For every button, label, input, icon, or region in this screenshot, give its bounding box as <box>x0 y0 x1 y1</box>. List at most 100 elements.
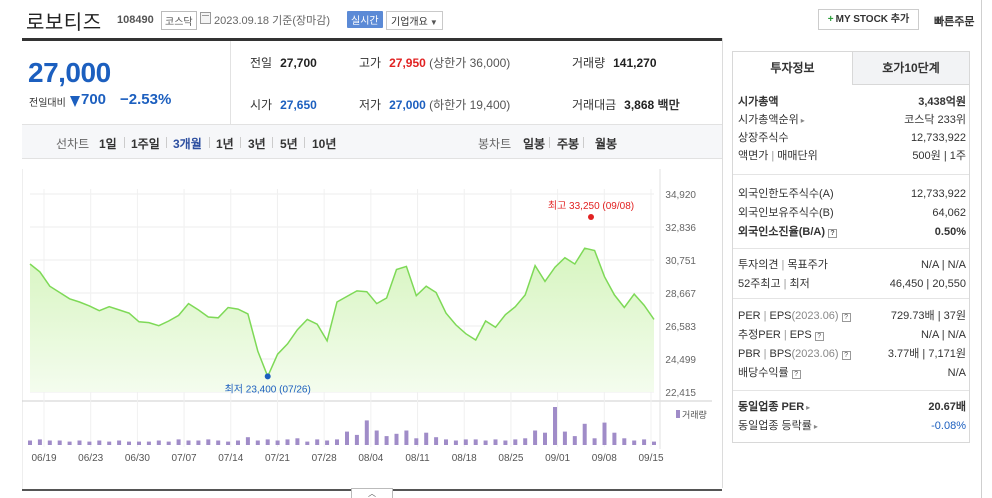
volume-bar <box>553 407 557 445</box>
stat-label: 시가 <box>250 98 273 112</box>
volume-bar <box>424 432 429 445</box>
value: N/A | N/A <box>920 259 966 271</box>
volume-bar <box>57 440 62 445</box>
x-tick-label: 08/04 <box>358 453 383 464</box>
volume-bar <box>493 439 498 445</box>
company-info-label: 기업개요 <box>391 17 428 28</box>
realtime-button[interactable]: 실시간 <box>347 11 383 28</box>
x-tick-label: 09/08 <box>592 453 617 464</box>
volume-bar <box>295 438 300 445</box>
stock-name: 로보티즈 <box>26 12 102 34</box>
row-sector-change[interactable]: 동일업종 등락률 ▸ -0.08% <box>738 417 966 435</box>
label: 외국인한도주식수(A) <box>738 188 834 200</box>
tab-1d[interactable]: 1일 <box>99 135 117 152</box>
tab-5y[interactable]: 5년 <box>280 135 298 152</box>
label: EPS <box>789 329 812 341</box>
x-tick-label: 06/30 <box>125 453 150 464</box>
x-tick-label: 07/28 <box>312 453 337 464</box>
label: 투자의견 <box>738 259 779 271</box>
volume-bar <box>642 439 647 445</box>
tab-order-book[interactable]: 호가10단계 <box>852 52 969 85</box>
stock-code: 108490 <box>117 14 154 26</box>
label: 목표주가 <box>787 259 828 271</box>
help-icon[interactable]: ? <box>828 229 837 238</box>
volume-bar <box>117 440 122 445</box>
tab-10y[interactable]: 10년 <box>312 135 336 152</box>
stat-amount: 거래대금 3,868 백만 <box>572 96 680 113</box>
volume-bar <box>404 430 409 445</box>
volume-bar <box>335 439 339 445</box>
stat-open: 시가 27,650 <box>250 96 317 113</box>
tab-1w[interactable]: 1주일 <box>131 135 160 152</box>
volume-bar <box>473 439 478 445</box>
chart-collapse-toggle[interactable]: ︿ <box>351 488 393 498</box>
volume-bar <box>37 439 42 445</box>
my-stock-add-button[interactable]: + MY STOCK 추가 <box>818 9 919 30</box>
price-stats: 전일 27,700 고가 27,950 (상한가 36,000) 거래량 141,27… <box>231 41 722 124</box>
volume-bar <box>265 439 270 445</box>
panel-tabs: 투자정보 호가10단계 <box>733 52 969 85</box>
value: 64,062 <box>932 207 966 219</box>
stat-value: 27,650 <box>280 98 317 112</box>
stat-label: 거래대금 <box>572 98 617 112</box>
label: 상장주식수 <box>738 132 789 144</box>
volume-bar <box>572 436 577 445</box>
label: 동일업종 등락률 <box>738 420 812 432</box>
volume-bar <box>364 420 369 445</box>
divider <box>583 137 584 148</box>
price-chart-svg: 34,920 32,836 30,751 28,667 26,583 24,499 22,4… <box>22 169 712 489</box>
volume-bar <box>582 423 587 445</box>
volume-bar <box>255 440 260 445</box>
volume-bar <box>77 440 82 445</box>
label: 외국인소진율(B/A) <box>738 226 825 238</box>
current-price: 27,000 <box>28 57 111 88</box>
value: N/A <box>947 367 966 379</box>
help-icon[interactable]: ? <box>791 370 801 379</box>
volume-bar <box>176 439 181 445</box>
x-tick-label: 08/11 <box>405 453 430 464</box>
volume-bar <box>632 440 637 445</box>
tab-3y[interactable]: 3년 <box>248 135 266 152</box>
tab-1y[interactable]: 1년 <box>216 135 234 152</box>
stat-low: 저가 27,000 (하한가 19,400) <box>359 96 510 113</box>
stat-value: 141,270 <box>613 56 657 70</box>
down-triangle-icon <box>70 96 80 107</box>
stat-value: 27,950 <box>389 56 426 70</box>
quick-order-link[interactable]: 빠른주문 <box>934 13 974 29</box>
tab-monthly[interactable]: 월봉 <box>595 135 617 152</box>
help-icon[interactable]: ? <box>841 313 851 322</box>
volume-bar <box>146 441 151 445</box>
tab-investment-info[interactable]: 투자정보 <box>733 52 852 85</box>
row-sector-per[interactable]: 동일업종 PER ▸ 20.67배 <box>738 398 966 416</box>
help-icon[interactable]: ? <box>814 332 824 341</box>
row-foreign-hold: 외국인보유주식수(B) 64,062 <box>738 204 966 222</box>
volume-bar <box>384 436 389 445</box>
x-tick-label: 06/19 <box>31 453 56 464</box>
max-point-marker <box>588 214 594 220</box>
company-info-dropdown[interactable]: 기업개요 ▼ <box>386 11 443 30</box>
section-opinion: 투자의견 | 목표주가 N/A | N/A 52주최고 | 최저 46,450 | 20,5… <box>733 248 969 298</box>
stat-label: 고가 <box>359 56 382 70</box>
value: 12,733,922 <box>910 188 966 200</box>
period-note: (2023.06) <box>791 310 839 322</box>
tab-3m[interactable]: 3개월 <box>173 135 202 152</box>
max-label: 최고 33,250 (09/08) <box>548 200 634 212</box>
x-tick-label: 09/01 <box>545 453 570 464</box>
candle-chart-label: 봉차트 <box>478 137 512 151</box>
volume-bar <box>216 440 221 445</box>
period-tabs: 선차트 1일 1주일 3개월 1년 3년 5년 10년 봉차트 일봉 주봉 월봉 <box>22 124 722 159</box>
value: 12,733,922 <box>910 132 966 144</box>
row-cap-rank[interactable]: 시가총액순위 ▸ 코스닥 233위 <box>738 111 966 129</box>
chevron-right-icon: ▸ <box>806 403 811 412</box>
volume-bar <box>315 439 320 445</box>
volume-bar <box>652 441 656 445</box>
min-label: 최저 23,400 (07/26) <box>225 383 311 395</box>
volume-bar <box>325 440 330 445</box>
help-icon[interactable]: ? <box>841 351 851 360</box>
row-per-eps: PER | EPS(2023.06)? 729.73배 | 37원 <box>738 307 966 325</box>
tab-weekly[interactable]: 주봉 <box>557 135 579 152</box>
tab-daily[interactable]: 일봉 <box>523 135 545 152</box>
volume-bar <box>434 437 439 445</box>
divider <box>549 137 550 148</box>
value: N/A | N/A <box>920 329 966 341</box>
